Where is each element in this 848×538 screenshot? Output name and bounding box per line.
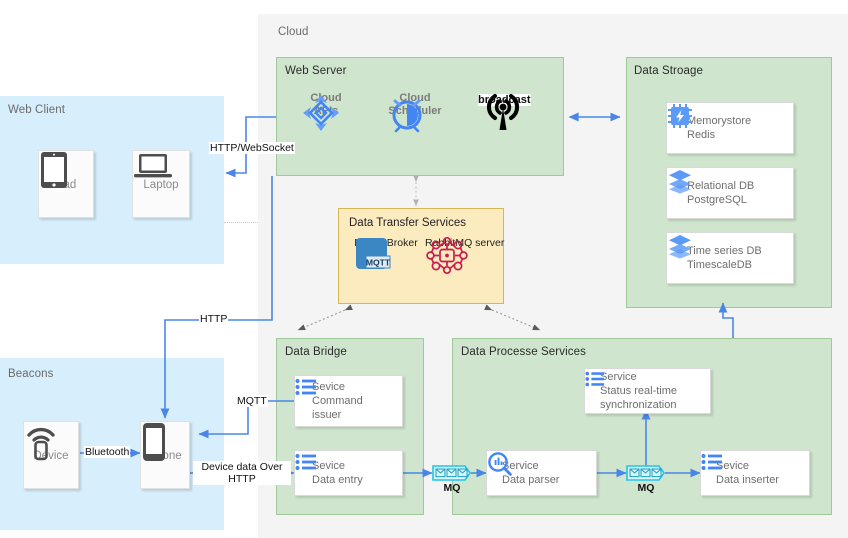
process-card-data-inserter-label: Sevice Data inserter [716, 459, 779, 487]
device-card-phone[interactable]: Phone [140, 421, 190, 489]
edge-label-mq-2: MQ [626, 482, 666, 494]
device-card-pad[interactable]: Pad [38, 150, 94, 218]
storage-card-redis[interactable]: Memorystore Redis [666, 102, 794, 154]
process-card-data-inserter[interactable]: Sevice Data inserter [700, 450, 810, 496]
service-broadcast[interactable]: broadcast [478, 90, 534, 108]
bridge-card-data-entry[interactable]: Sevice Data entry [294, 450, 403, 496]
panel-data-transfer-services: Data Transfer Services MQTT MQTT Broker [338, 208, 504, 304]
device-card-device[interactable]: Device [23, 421, 79, 489]
bridge-card-command-issuer[interactable]: Sevice Command issuer [294, 375, 403, 427]
edge-label-bluetooth: Bluetooth [84, 446, 130, 458]
storage-card-redis-label: Memorystore Redis [687, 114, 751, 142]
service-cloud-apis[interactable]: Cloud APIs [300, 92, 352, 118]
storage-card-timescaledb-label: Time series DB TimescaleDB [687, 244, 762, 272]
device-card-laptop[interactable]: Laptop [132, 150, 190, 218]
bridge-card-data-entry-label: Sevice Data entry [312, 459, 363, 487]
storage-card-postgresql[interactable]: Relational DB PostgreSQL [666, 167, 794, 219]
architecture-diagram: Cloud Web Client Beacons Web Server Data… [0, 0, 848, 538]
service-cloud-scheduler[interactable]: Cloud Scheduler [386, 92, 444, 118]
transfer-item-rabbitmq[interactable]: RabbitMQ server [425, 237, 499, 249]
bridge-card-command-issuer-label: Sevice Command issuer [312, 380, 363, 422]
svg-text:MQTT: MQTT [366, 257, 391, 267]
edge-label-http: HTTP [199, 313, 228, 325]
edge-label-mqtt: MQTT [236, 395, 268, 407]
edge-label-mq-1: MQ [432, 482, 472, 494]
transfer-item-mqtt-broker[interactable]: MQTT MQTT Broker [353, 237, 419, 249]
panel-data-transfer-services-label: Data Transfer Services [349, 217, 466, 229]
edge-label-device-data-http: Device data Over HTTP [193, 461, 291, 485]
process-card-status-sync-label: Service Status real-time synchronization [600, 370, 677, 412]
process-card-status-sync[interactable]: Service Status real-time synchronization [584, 368, 711, 414]
storage-card-timescaledb[interactable]: Time series DB TimescaleDB [666, 232, 794, 284]
edge-label-http-websocket: HTTP/WebSocket [209, 142, 295, 154]
process-card-data-parser[interactable]: Service Data parser [486, 450, 597, 496]
storage-card-postgresql-label: Relational DB PostgreSQL [687, 179, 754, 207]
